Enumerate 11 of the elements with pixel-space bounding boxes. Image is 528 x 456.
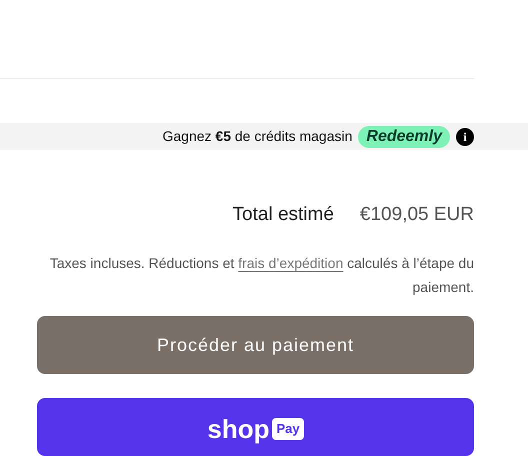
- total-amount: €109,05 EUR: [360, 203, 474, 228]
- shop-logo: shop: [207, 416, 270, 442]
- checkout-button[interactable]: Procéder au paiement: [37, 316, 474, 374]
- shop-pay-button[interactable]: shop Pay: [37, 398, 474, 456]
- pay-badge: Pay: [272, 418, 304, 440]
- shipping-link[interactable]: frais d’expédition: [238, 255, 344, 272]
- total-label: Total estimé: [232, 203, 334, 228]
- brand-badge[interactable]: Redeemly: [358, 126, 450, 148]
- tax-note: Taxes incluses. Réductions et frais d’expédition calculés à l’étape du paiement.: [48, 254, 474, 298]
- rewards-text: Gagnez €5 de crédits magasin: [162, 127, 352, 146]
- info-icon[interactable]: i: [456, 128, 474, 146]
